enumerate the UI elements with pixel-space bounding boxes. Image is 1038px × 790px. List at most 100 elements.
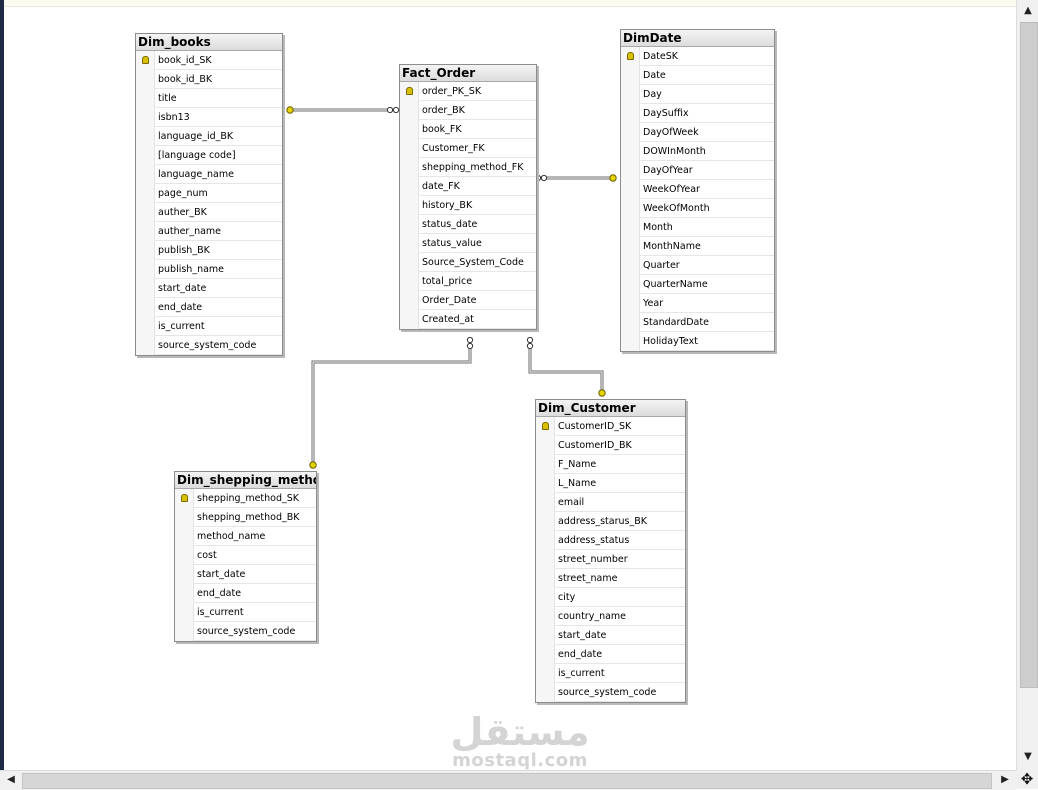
row-selector[interactable]	[400, 158, 419, 177]
row-selector[interactable]	[136, 146, 155, 165]
scroll-down-icon[interactable]: ▼	[1021, 750, 1035, 764]
row-selector[interactable]	[136, 184, 155, 203]
row-selector[interactable]	[621, 161, 640, 180]
table-title[interactable]: Fact_Order	[400, 65, 536, 82]
row-selector[interactable]	[621, 199, 640, 218]
table-column[interactable]: is_current	[536, 664, 685, 683]
table-column[interactable]: page_num	[136, 184, 282, 203]
table-column[interactable]: Day	[621, 85, 774, 104]
row-selector[interactable]	[536, 512, 555, 531]
table-column[interactable]: end_date	[175, 584, 316, 603]
table-column[interactable]: StandardDate	[621, 313, 774, 332]
row-selector[interactable]	[136, 222, 155, 241]
row-selector[interactable]	[175, 622, 194, 641]
table-column[interactable]: cost	[175, 546, 316, 565]
table-column[interactable]: method_name	[175, 527, 316, 546]
table-column[interactable]: Created_at	[400, 310, 536, 329]
table-column[interactable]: street_name	[536, 569, 685, 588]
table-column[interactable]: DayOfYear	[621, 161, 774, 180]
table-column[interactable]: start_date	[536, 626, 685, 645]
vertical-scroll-thumb[interactable]	[1020, 22, 1038, 688]
row-selector[interactable]	[136, 279, 155, 298]
diagram-canvas[interactable]: Dim_books book_id_SK book_id_BK title isbn1…	[0, 0, 1016, 770]
table-column[interactable]: source_system_code	[536, 683, 685, 702]
table-column[interactable]: start_date	[175, 565, 316, 584]
table-dim-books[interactable]: Dim_books book_id_SK book_id_BK title isbn1…	[135, 33, 283, 356]
row-selector[interactable]	[621, 142, 640, 161]
row-selector[interactable]	[400, 139, 419, 158]
table-column[interactable]: WeekOfMonth	[621, 199, 774, 218]
row-selector[interactable]	[400, 177, 419, 196]
row-selector[interactable]	[536, 550, 555, 569]
row-selector[interactable]	[536, 645, 555, 664]
primary-key-column[interactable]: shepping_method_SK	[175, 489, 316, 508]
row-selector[interactable]	[621, 66, 640, 85]
table-column[interactable]: start_date	[136, 279, 282, 298]
row-selector[interactable]	[400, 120, 419, 139]
table-column[interactable]: DayOfWeek	[621, 123, 774, 142]
row-selector[interactable]	[621, 47, 640, 66]
row-selector[interactable]	[621, 85, 640, 104]
table-column[interactable]: shepping_method_FK	[400, 158, 536, 177]
row-selector[interactable]	[621, 275, 640, 294]
table-column[interactable]: total_price	[400, 272, 536, 291]
row-selector[interactable]	[400, 234, 419, 253]
primary-key-column[interactable]: CustomerID_SK	[536, 417, 685, 436]
row-selector[interactable]	[621, 218, 640, 237]
table-column[interactable]: DOWInMonth	[621, 142, 774, 161]
table-column[interactable]: isbn13	[136, 108, 282, 127]
table-title[interactable]: DimDate	[621, 30, 774, 47]
table-column[interactable]: email	[536, 493, 685, 512]
row-selector[interactable]	[136, 70, 155, 89]
row-selector[interactable]	[621, 237, 640, 256]
row-selector[interactable]	[175, 508, 194, 527]
row-selector[interactable]	[536, 607, 555, 626]
row-selector[interactable]	[621, 104, 640, 123]
row-selector[interactable]	[175, 603, 194, 622]
table-column[interactable]: Quarter	[621, 256, 774, 275]
table-column[interactable]: language_id_BK	[136, 127, 282, 146]
table-column[interactable]: language_name	[136, 165, 282, 184]
table-column[interactable]: Customer_FK	[400, 139, 536, 158]
table-column[interactable]: address_status	[536, 531, 685, 550]
row-selector[interactable]	[136, 260, 155, 279]
row-selector[interactable]	[400, 291, 419, 310]
table-column[interactable]: is_current	[136, 317, 282, 336]
table-dim-date[interactable]: DimDate DateSK Date Day DaySuffix DayOfWeek D…	[620, 29, 775, 352]
row-selector[interactable]	[136, 203, 155, 222]
primary-key-column[interactable]: DateSK	[621, 47, 774, 66]
table-column[interactable]: HolidayText	[621, 332, 774, 351]
table-column[interactable]: book_id_BK	[136, 70, 282, 89]
table-column[interactable]: publish_name	[136, 260, 282, 279]
scroll-right-icon[interactable]: ▶	[998, 773, 1012, 787]
table-column[interactable]: is_current	[175, 603, 316, 622]
row-selector[interactable]	[621, 123, 640, 142]
table-dim-shepping-method[interactable]: Dim_shepping_method shepping_method_SK sh…	[174, 471, 317, 642]
row-selector[interactable]	[400, 310, 419, 329]
table-column[interactable]: city	[536, 588, 685, 607]
table-column[interactable]: Date	[621, 66, 774, 85]
row-selector[interactable]	[621, 256, 640, 275]
table-column[interactable]: address_starus_BK	[536, 512, 685, 531]
table-title[interactable]: Dim_shepping_method	[175, 472, 316, 489]
row-selector[interactable]	[536, 588, 555, 607]
table-column[interactable]: Source_System_Code	[400, 253, 536, 272]
table-column[interactable]: L_Name	[536, 474, 685, 493]
table-column[interactable]: street_number	[536, 550, 685, 569]
table-fact-order[interactable]: Fact_Order order_PK_SK order_BK book_FK Cus…	[399, 64, 537, 330]
table-column[interactable]: Order_Date	[400, 291, 536, 310]
table-column[interactable]: source_system_code	[175, 622, 316, 641]
row-selector[interactable]	[536, 493, 555, 512]
table-column[interactable]: publish_BK	[136, 241, 282, 260]
horizontal-scrollbar[interactable]: ◀ ▶	[0, 770, 1016, 790]
row-selector[interactable]	[536, 417, 555, 436]
row-selector[interactable]	[621, 294, 640, 313]
row-selector[interactable]	[536, 436, 555, 455]
scroll-up-icon[interactable]: ▲	[1021, 4, 1035, 18]
table-column[interactable]: title	[136, 89, 282, 108]
row-selector[interactable]	[136, 51, 155, 70]
row-selector[interactable]	[175, 489, 194, 508]
table-column[interactable]: CustomerID_BK	[536, 436, 685, 455]
row-selector[interactable]	[536, 531, 555, 550]
row-selector[interactable]	[136, 298, 155, 317]
